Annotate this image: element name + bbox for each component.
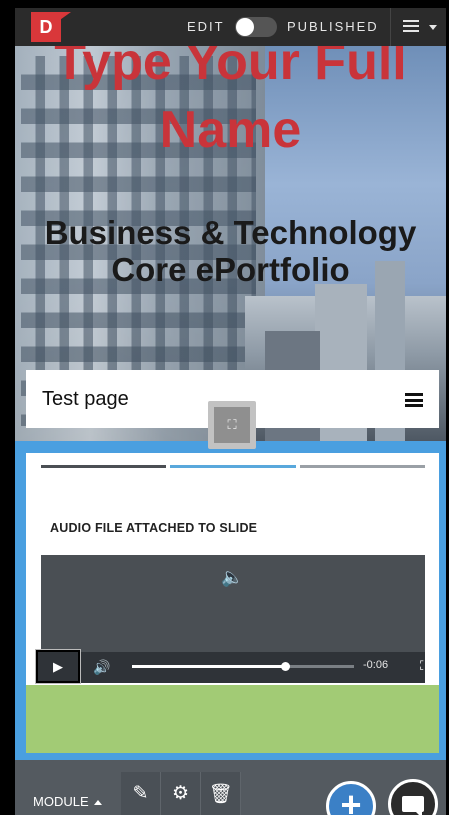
add-module-button[interactable]: + <box>326 781 376 815</box>
hamburger-icon[interactable] <box>403 20 423 34</box>
module-card: AUDIO FILE ATTACHED TO SLIDE 🔈 ▶ 🔊 -0:06… <box>26 453 439 753</box>
toggle-knob <box>236 18 254 36</box>
page-title: Test page <box>42 388 129 410</box>
module-menu-button[interactable]: MODULE <box>33 794 102 809</box>
chat-button[interactable] <box>388 779 438 815</box>
published-label: PUBLISHED <box>287 19 379 34</box>
seek-bar[interactable] <box>132 662 354 671</box>
slide-progress <box>41 465 425 468</box>
time-remaining: -0:06 <box>363 659 389 671</box>
chat-icon <box>402 796 424 815</box>
bottom-toolbar: MODULE ✎ ⚙ 🗑 + <box>15 760 446 815</box>
play-button[interactable]: ▶ <box>36 650 80 683</box>
hero-subtitle[interactable]: Business & Technology Core ePortfolio <box>35 214 426 288</box>
menu-separator <box>390 8 391 46</box>
fullscreen-icon[interactable]: ⛶ <box>420 658 429 674</box>
slide-background <box>26 685 439 753</box>
top-bar: D EDIT PUBLISHED <box>15 8 446 46</box>
seek-fill <box>132 665 286 668</box>
page-menu-icon[interactable] <box>405 393 423 407</box>
slide-heading: AUDIO FILE ATTACHED TO SLIDE <box>50 521 258 535</box>
progress-segment[interactable] <box>170 465 296 468</box>
edit-icon[interactable]: ✎ <box>121 772 161 815</box>
edit-published-toggle[interactable] <box>235 17 277 37</box>
volume-icon[interactable]: 🔊 <box>93 659 110 676</box>
trash-icon[interactable]: 🗑 <box>201 772 241 815</box>
edit-label: EDIT <box>187 19 225 34</box>
hero-name[interactable]: Type Your Full Name <box>35 46 426 164</box>
logo-tail <box>57 12 71 22</box>
progress-segment[interactable] <box>41 465 167 468</box>
app-frame: D EDIT PUBLISHED Type Your Full Name Bus… <box>15 8 446 815</box>
expand-icon[interactable]: ⛶ <box>214 407 250 443</box>
module-label: MODULE <box>33 794 89 809</box>
module-tools: ✎ ⚙ 🗑 <box>121 772 243 815</box>
caret-down-icon[interactable] <box>429 25 437 30</box>
speaker-icon: 🔈 <box>221 567 244 587</box>
gear-icon[interactable]: ⚙ <box>161 772 201 815</box>
progress-segment[interactable] <box>299 465 425 468</box>
caret-up-icon <box>93 800 102 806</box>
